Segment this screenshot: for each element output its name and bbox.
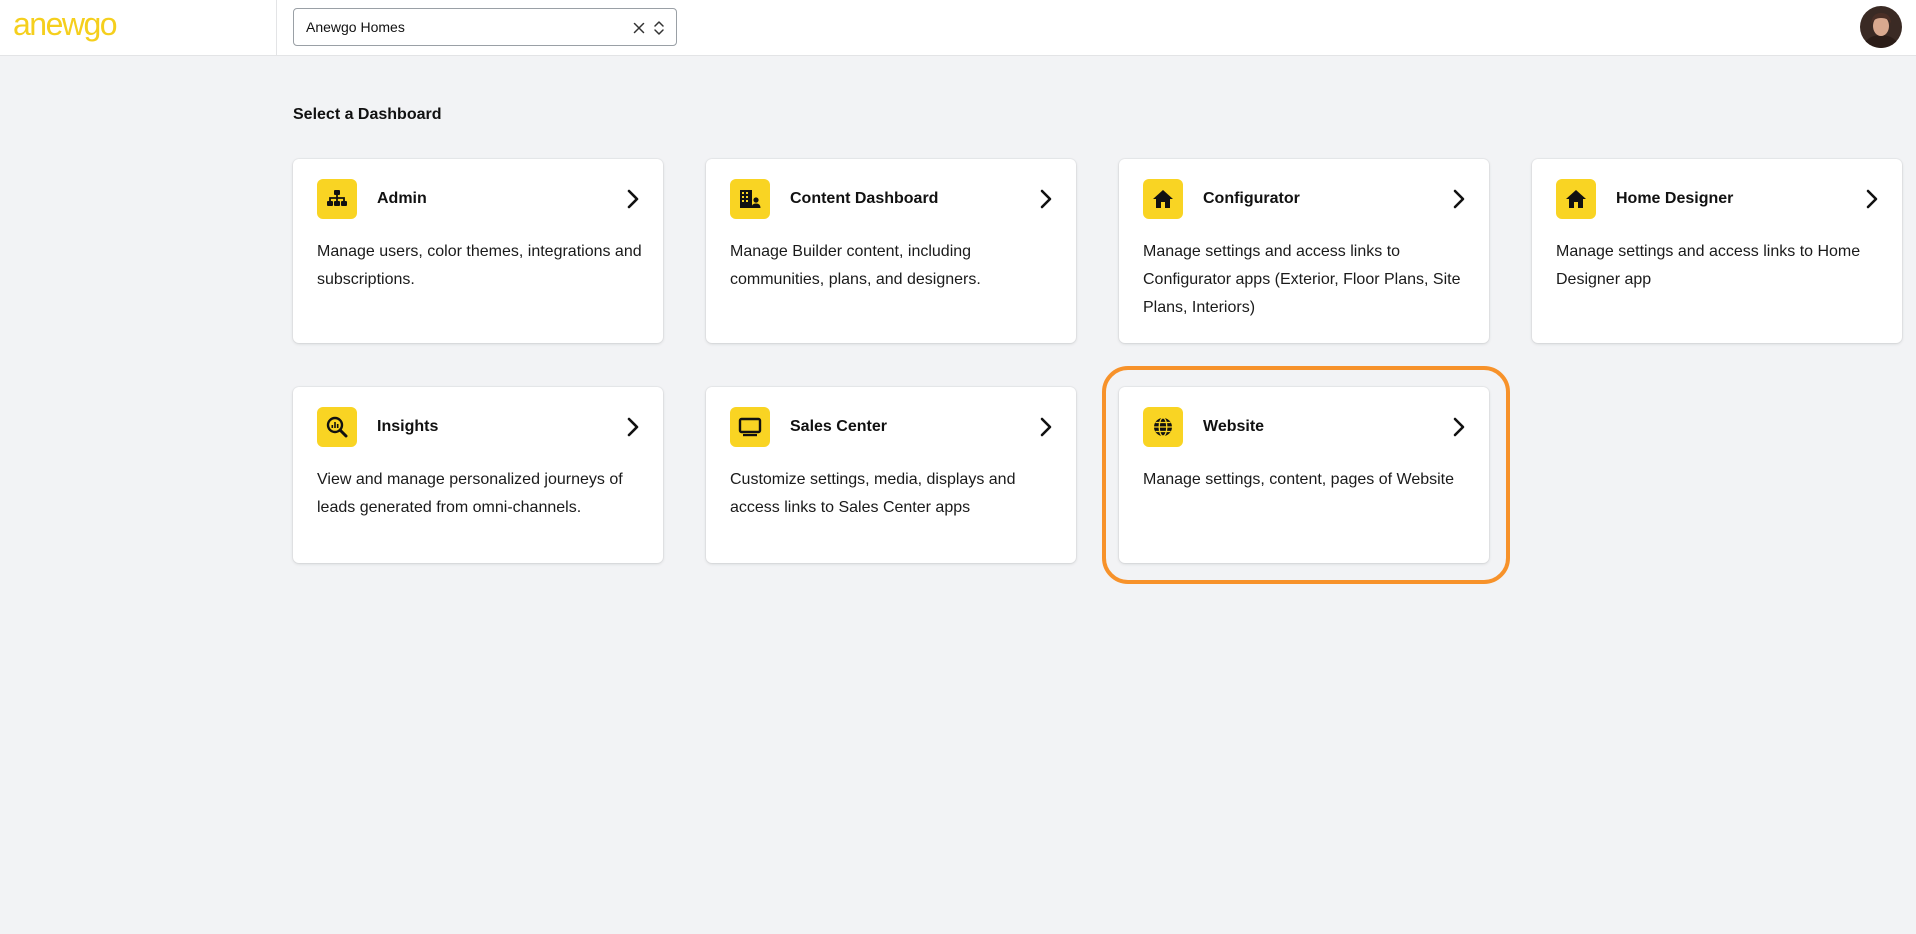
card-title: Content Dashboard <box>790 190 939 207</box>
card-description: Manage users, color themes, integrations… <box>317 243 642 288</box>
card-description: Customize settings, media, displays and … <box>730 471 1016 516</box>
card-title: Website <box>1203 418 1265 435</box>
globe-icon <box>1143 407 1183 447</box>
card-title: Insights <box>377 418 439 435</box>
building-user-icon <box>730 179 770 219</box>
card-title: Sales Center <box>790 418 887 435</box>
card-title: Admin <box>377 190 427 207</box>
top-bar: anewgo Anewgo Homes <box>0 0 1916 56</box>
card-title: Home Designer <box>1616 190 1734 207</box>
dashboard-card-insights[interactable]: Insights View and manage personalized jo… <box>293 387 663 563</box>
builder-select[interactable]: Anewgo Homes <box>293 8 677 46</box>
card-title: Configurator <box>1203 190 1300 207</box>
chevron-right-icon <box>1866 189 1878 209</box>
card-description: Manage settings, content, pages of Websi… <box>1143 471 1455 488</box>
monitor-icon <box>730 407 770 447</box>
chevron-right-icon <box>1040 417 1052 437</box>
chevron-right-icon <box>627 189 639 209</box>
chevron-right-icon <box>1453 417 1465 437</box>
builder-select-value: Anewgo Homes <box>306 19 405 35</box>
page-title: Select a Dashboard <box>293 106 442 123</box>
chevron-up-down-icon[interactable] <box>652 19 666 37</box>
brand-area: anewgo <box>0 0 277 55</box>
home-icon <box>1143 179 1183 219</box>
card-description: View and manage personalized journeys of… <box>317 471 623 516</box>
dashboard-card-content-dashboard[interactable]: Content Dashboard Manage Builder content… <box>706 159 1076 343</box>
user-avatar[interactable] <box>1860 6 1902 48</box>
anewgo-logo[interactable]: anewgo <box>13 5 118 43</box>
dashboard-card-home-designer[interactable]: Home Designer Manage settings and access… <box>1532 159 1902 343</box>
chevron-right-icon <box>1040 189 1052 209</box>
card-description: Manage settings and access links to Home… <box>1556 243 1861 288</box>
home-icon <box>1556 179 1596 219</box>
card-description: Manage settings and access links to Conf… <box>1143 243 1461 316</box>
chevron-right-icon <box>1453 189 1465 209</box>
sitemap-icon <box>317 179 357 219</box>
dashboard-card-website[interactable]: Website Manage settings, content, pages … <box>1119 387 1489 563</box>
dashboard-card-configurator[interactable]: Configurator Manage settings and access … <box>1119 159 1489 343</box>
clear-icon[interactable] <box>631 20 647 36</box>
dashboard-card-sales-center[interactable]: Sales Center Customize settings, media, … <box>706 387 1076 563</box>
chart-search-icon <box>317 407 357 447</box>
dashboard-card-admin[interactable]: Admin Manage users, color themes, integr… <box>293 159 663 343</box>
card-description: Manage Builder content, including commun… <box>730 243 981 288</box>
chevron-right-icon <box>627 417 639 437</box>
